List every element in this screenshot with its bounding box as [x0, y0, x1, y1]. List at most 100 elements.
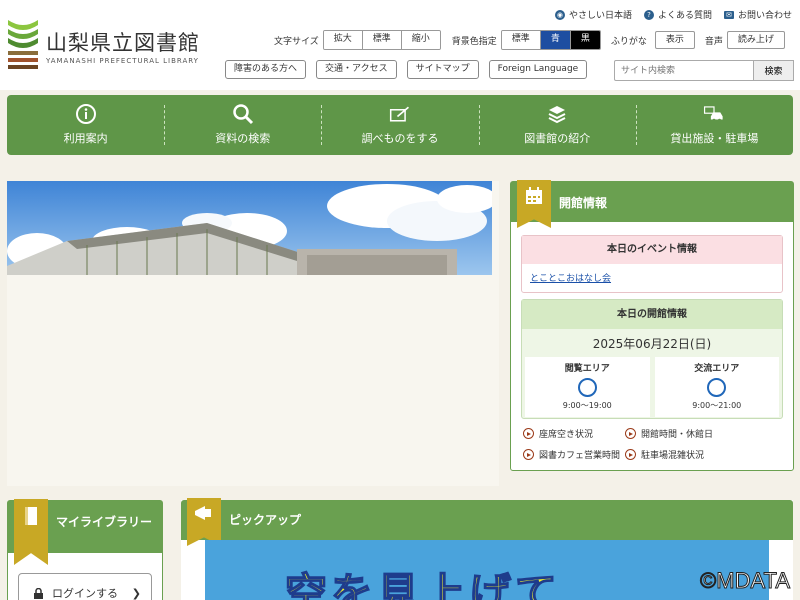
- today-event-title: 本日のイベント情報: [522, 236, 782, 264]
- arrow-circle-icon: [625, 428, 636, 439]
- event-link[interactable]: とことこおはなし会: [522, 264, 782, 291]
- parking-status-link[interactable]: 駐車場混雑状況: [625, 448, 783, 461]
- font-size-small-button[interactable]: 縮小: [400, 31, 440, 49]
- pickup-header: ピックアップ: [181, 498, 793, 546]
- accessibility-link[interactable]: 障害のある方へ: [225, 60, 307, 79]
- main-navigation: 利用案内 資料の検索 調べものをする 図書館の紹介 貸出施設・駐車場: [7, 95, 793, 155]
- banner-headline: 空を見上げて: [284, 568, 562, 600]
- font-size-standard-button[interactable]: 標準: [361, 31, 401, 49]
- link-label: 駐車場混雑状況: [641, 451, 705, 461]
- today-date: 2025年06月22日(日): [592, 337, 712, 351]
- faq-link[interactable]: ? よくある質問: [643, 8, 712, 21]
- watermark: ©MDATA: [700, 568, 791, 594]
- area-name: 交流エリア: [694, 364, 740, 374]
- login-label: ログインする: [52, 587, 118, 600]
- today-event-box: 本日のイベント情報 とことこおはなし会: [521, 235, 783, 293]
- nav-usage-guide[interactable]: 利用案内: [7, 95, 164, 155]
- util-link-label: やさしい日本語: [568, 11, 632, 21]
- header-nav-links: 障害のある方へ 交通・アクセス サイトマップ Foreign Language: [225, 60, 588, 79]
- access-link[interactable]: 交通・アクセス: [316, 60, 397, 79]
- bg-blue-button[interactable]: 青: [539, 31, 570, 49]
- books-icon: [546, 104, 568, 124]
- chevron-right-icon: ❯: [131, 586, 141, 600]
- utility-links: ◉ やさしい日本語 ? よくある質問 ✉ お問い合わせ: [554, 8, 792, 21]
- easy-japanese-link[interactable]: ◉ やさしい日本語: [554, 8, 632, 21]
- book-icon: [14, 499, 48, 565]
- site-search: 検索: [614, 60, 794, 81]
- today-opening-box: 本日の開館情報 2025年06月22日(日) 閲覧エリア 9:00〜19:00 …: [521, 299, 783, 419]
- question-icon: ?: [643, 9, 654, 20]
- megaphone-icon: [187, 498, 221, 546]
- hero-area: [7, 181, 499, 486]
- arrow-circle-icon: [523, 428, 534, 439]
- font-size-label: 文字サイズ: [274, 36, 319, 47]
- link-label: 図書カフェ営業時間: [539, 451, 621, 461]
- display-controls: 文字サイズ 拡大 標準 縮小 背景色指定 標準 青 黒 ふりがな 表示 音声 読…: [274, 30, 785, 50]
- sitemap-link[interactable]: サイトマップ: [406, 60, 479, 79]
- area-status-list: 閲覧エリア 9:00〜19:00 交流エリア 9:00〜21:00: [522, 357, 782, 417]
- opening-info-panel: 開館情報 本日のイベント情報 とことこおはなし会 本日の開館情報 2025年06…: [510, 180, 794, 471]
- login-button[interactable]: ログインする ❯: [18, 573, 152, 600]
- util-link-label: よくある質問: [657, 11, 712, 21]
- nav-research[interactable]: 調べものをする: [321, 95, 478, 155]
- area-status-item: 閲覧エリア 9:00〜19:00: [525, 357, 650, 417]
- search-input[interactable]: [614, 60, 754, 81]
- bg-color-selector: 標準 青 黒: [500, 30, 601, 50]
- notebook-pen-icon: [389, 104, 411, 124]
- open-circle-icon: [707, 378, 727, 397]
- site-header: 山梨県立図書館 YAMANASHI PREFECTURAL LIBRARY ◉ …: [0, 0, 800, 90]
- info-icon: [75, 104, 97, 124]
- read-aloud-button[interactable]: 読み上げ: [726, 31, 785, 49]
- contact-link[interactable]: ✉ お問い合わせ: [723, 8, 792, 21]
- font-size-selector: 拡大 標準 縮小: [322, 30, 441, 50]
- nav-label: 貸出施設・駐車場: [670, 132, 759, 145]
- today-opening-title: 本日の開館情報: [522, 300, 782, 329]
- speech-label: 音声: [704, 36, 723, 47]
- bg-black-button[interactable]: 黒: [569, 31, 600, 49]
- opening-info-header: 開館情報: [511, 180, 793, 228]
- arrow-circle-icon: [625, 449, 636, 460]
- opening-quick-links: 座席空き状況 開館時間・休館日 図書カフェ営業時間 駐車場混雑状況: [523, 427, 783, 461]
- nav-facilities-parking[interactable]: 貸出施設・駐車場: [635, 95, 793, 155]
- area-hours: 9:00〜19:00: [562, 401, 612, 410]
- search-button[interactable]: 検索: [754, 60, 794, 81]
- furigana-label: ふりがな: [610, 36, 647, 47]
- area-hours: 9:00〜21:00: [692, 401, 742, 410]
- mail-icon: ✉: [723, 10, 734, 19]
- util-link-label: お問い合わせ: [737, 11, 792, 21]
- my-library-title: マイライブラリー: [56, 515, 153, 529]
- furigana-show-button[interactable]: 表示: [654, 31, 695, 49]
- hours-closed-days-link[interactable]: 開館時間・休館日: [625, 427, 783, 440]
- nav-label: 利用案内: [63, 132, 108, 145]
- opening-info-title: 開館情報: [559, 195, 608, 210]
- nav-label: 調べものをする: [361, 132, 439, 145]
- area-status-item: 交流エリア 9:00〜21:00: [654, 357, 779, 417]
- cafe-hours-link[interactable]: 図書カフェ営業時間: [523, 448, 625, 461]
- link-label: 座席空き状況: [539, 430, 594, 440]
- nav-label: 図書館の紹介: [524, 132, 591, 145]
- font-size-large-button[interactable]: 拡大: [323, 31, 362, 49]
- site-title-jp: 山梨県立図書館: [46, 31, 200, 55]
- hero-image-library-building[interactable]: [7, 181, 492, 275]
- pickup-title: ピックアップ: [229, 513, 302, 527]
- site-title[interactable]: 山梨県立図書館 YAMANASHI PREFECTURAL LIBRARY: [46, 31, 200, 65]
- site-title-en: YAMANASHI PREFECTURAL LIBRARY: [46, 57, 199, 65]
- car-icon: [703, 104, 725, 124]
- open-circle-icon: [577, 378, 597, 397]
- nav-label: 資料の検索: [215, 132, 271, 145]
- pickup-banner[interactable]: 空を見上げて: [205, 540, 769, 600]
- nav-material-search[interactable]: 資料の検索: [164, 95, 321, 155]
- arrow-circle-icon: [523, 449, 534, 460]
- my-library-panel: マイライブラリー ログインする ❯: [7, 499, 163, 600]
- library-logo[interactable]: [6, 18, 40, 70]
- seat-availability-link[interactable]: 座席空き状況: [523, 427, 625, 440]
- nav-about-library[interactable]: 図書館の紹介: [478, 95, 636, 155]
- calendar-icon: [517, 180, 551, 228]
- lock-icon: [34, 587, 43, 599]
- globe-icon: ◉: [554, 9, 565, 20]
- magnifier-icon: [232, 104, 254, 125]
- foreign-language-link[interactable]: Foreign Language: [488, 60, 588, 79]
- area-name: 閲覧エリア: [564, 364, 610, 374]
- bg-standard-button[interactable]: 標準: [501, 31, 540, 49]
- link-label: 開館時間・休館日: [641, 430, 714, 440]
